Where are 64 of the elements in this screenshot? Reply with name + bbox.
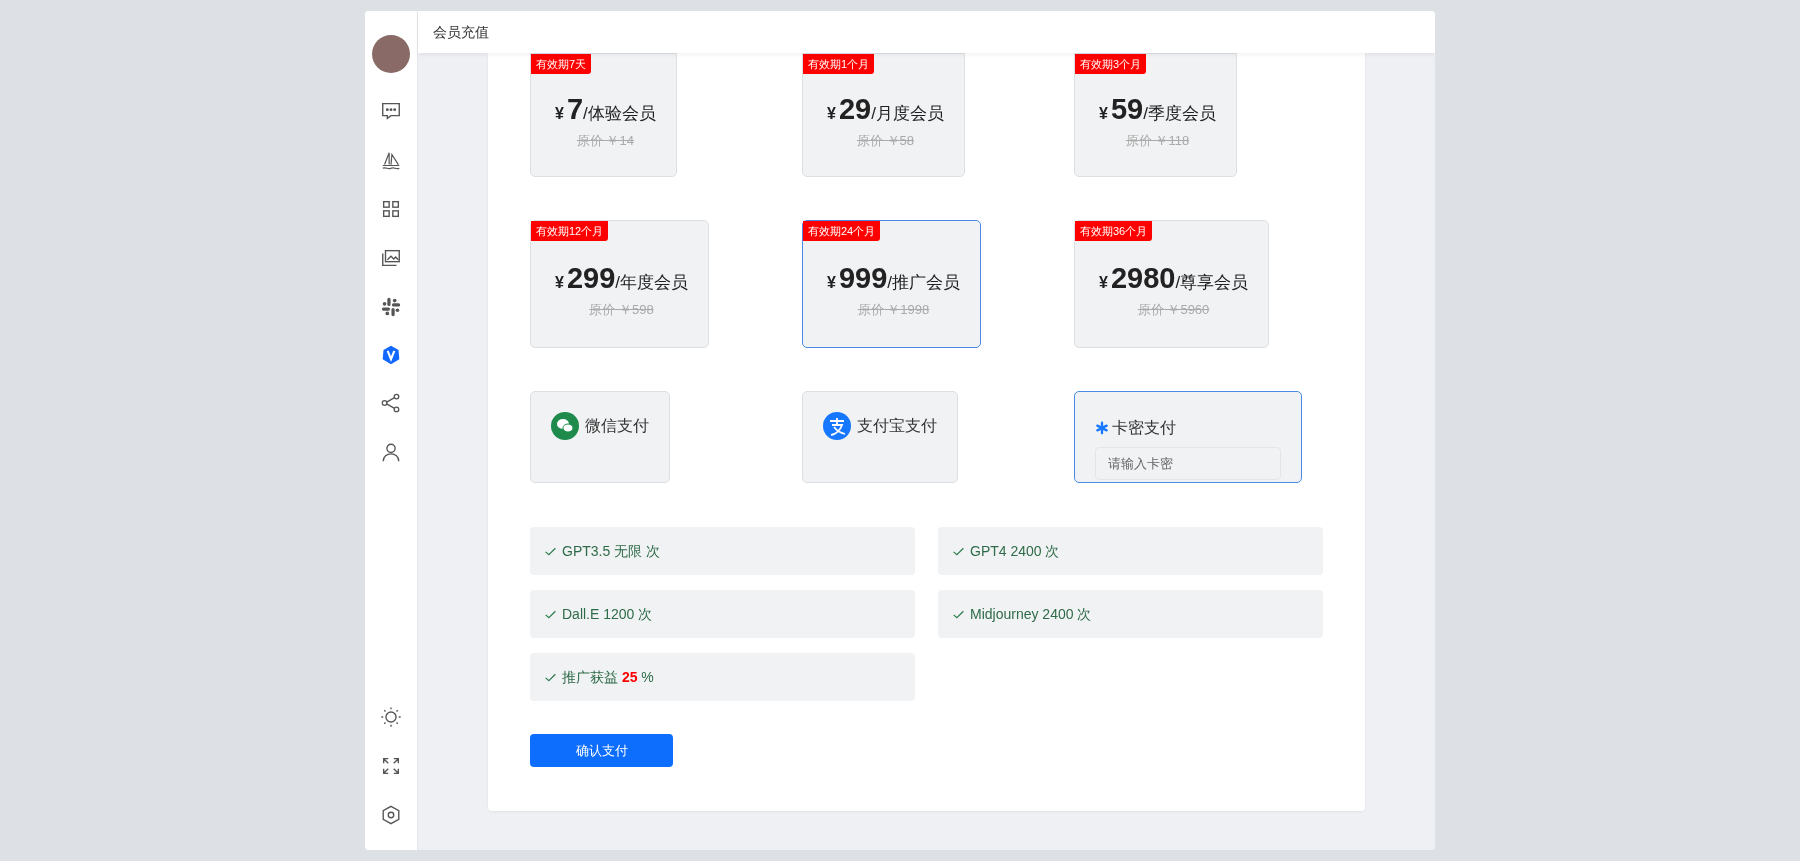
validity-badge: 有效期12个月 xyxy=(531,221,609,241)
payment-option[interactable]: 微信支付 xyxy=(530,391,670,483)
feature-text: 推广获益 25 % xyxy=(562,667,654,687)
validity-badge: 有效期3个月 xyxy=(1075,54,1147,74)
original-price: 原价 ￥598 xyxy=(589,300,654,319)
original-price: 原价 ￥1998 xyxy=(857,300,930,319)
price: 7 xyxy=(566,92,584,126)
plan-card[interactable]: 有效期36个月 ¥2980/尊享会员 原价 ￥5960 xyxy=(1074,220,1270,348)
currency-symbol: ¥ xyxy=(827,104,836,124)
currency-symbol: ¥ xyxy=(1099,104,1108,124)
currency-symbol: ¥ xyxy=(1099,273,1108,293)
price: 999 xyxy=(838,261,888,295)
grid-icon[interactable] xyxy=(380,198,402,220)
page-title: 会员充值 xyxy=(433,22,489,42)
confirm-payment-button[interactable]: 确认支付 xyxy=(530,734,673,767)
card-key-input[interactable]: 请输入卡密 xyxy=(1095,447,1281,480)
payment-option[interactable]: 卡密支付 请输入卡密 xyxy=(1074,391,1302,483)
currency-symbol: ¥ xyxy=(827,273,836,293)
validity-badge: 有效期7天 xyxy=(531,54,592,74)
feature-text: GPT3.5 无限 次 xyxy=(562,541,661,561)
price: 29 xyxy=(838,92,872,126)
share-icon[interactable] xyxy=(380,392,402,414)
v-badge-icon[interactable] xyxy=(381,345,401,365)
payment-label: 微信支付 xyxy=(585,416,649,436)
price: 2980 xyxy=(1110,261,1176,295)
original-price: 原价 ￥118 xyxy=(1125,131,1190,150)
plan-card[interactable]: 有效期3个月 ¥59/季度会员 原价 ￥118 xyxy=(1074,53,1237,177)
plan-card[interactable]: 有效期12个月 ¥299/年度会员 原价 ￥598 xyxy=(530,220,710,348)
asterisk-icon xyxy=(1095,421,1109,435)
sun-icon[interactable] xyxy=(380,706,402,728)
payment-option[interactable]: 支付宝支付 xyxy=(802,391,958,483)
validity-badge: 有效期24个月 xyxy=(803,221,881,241)
avatar[interactable] xyxy=(372,35,410,73)
original-price: 原价 ￥58 xyxy=(856,131,914,150)
plan-card[interactable]: 有效期1个月 ¥29/月度会员 原价 ￥58 xyxy=(802,53,965,177)
validity-badge: 有效期36个月 xyxy=(1075,221,1153,241)
price: 299 xyxy=(566,261,616,295)
chat-bubbles-icon xyxy=(551,412,579,440)
plan-name: /月度会员 xyxy=(871,104,944,125)
payment-label: 支付宝支付 xyxy=(857,416,937,436)
payment-label: 卡密支付 xyxy=(1112,418,1176,438)
plan-card[interactable]: 有效期24个月 ¥999/推广会员 原价 ￥1998 xyxy=(802,220,982,348)
images-icon[interactable] xyxy=(380,247,402,269)
plan-name: /季度会员 xyxy=(1143,104,1216,125)
hash-icon[interactable] xyxy=(380,296,402,318)
settings-icon[interactable] xyxy=(380,804,402,826)
user-icon[interactable] xyxy=(380,441,402,463)
feature-text: Midjourney 2400 次 xyxy=(970,604,1092,624)
plan-name: /体验会员 xyxy=(583,104,656,125)
feature-text: GPT4 2400 次 xyxy=(970,541,1060,561)
currency-symbol: ¥ xyxy=(555,104,564,124)
fullscreen-icon[interactable] xyxy=(380,755,402,777)
original-price: 原价 ￥5960 xyxy=(1137,300,1210,319)
currency-symbol: ¥ xyxy=(555,273,564,293)
plan-card[interactable]: 有效期7天 ¥7/体验会员 原价 ￥14 xyxy=(530,53,677,177)
plan-name: /尊享会员 xyxy=(1175,273,1249,294)
chat-icon[interactable] xyxy=(380,100,402,122)
original-price: 原价 ￥14 xyxy=(576,131,634,150)
plan-name: /年度会员 xyxy=(615,273,689,294)
feature-text: Dall.E 1200 次 xyxy=(562,604,653,624)
plan-name: /推广会员 xyxy=(887,273,961,294)
alipay-logo-icon xyxy=(823,412,851,440)
price: 59 xyxy=(1110,92,1144,126)
validity-badge: 有效期1个月 xyxy=(803,54,875,74)
